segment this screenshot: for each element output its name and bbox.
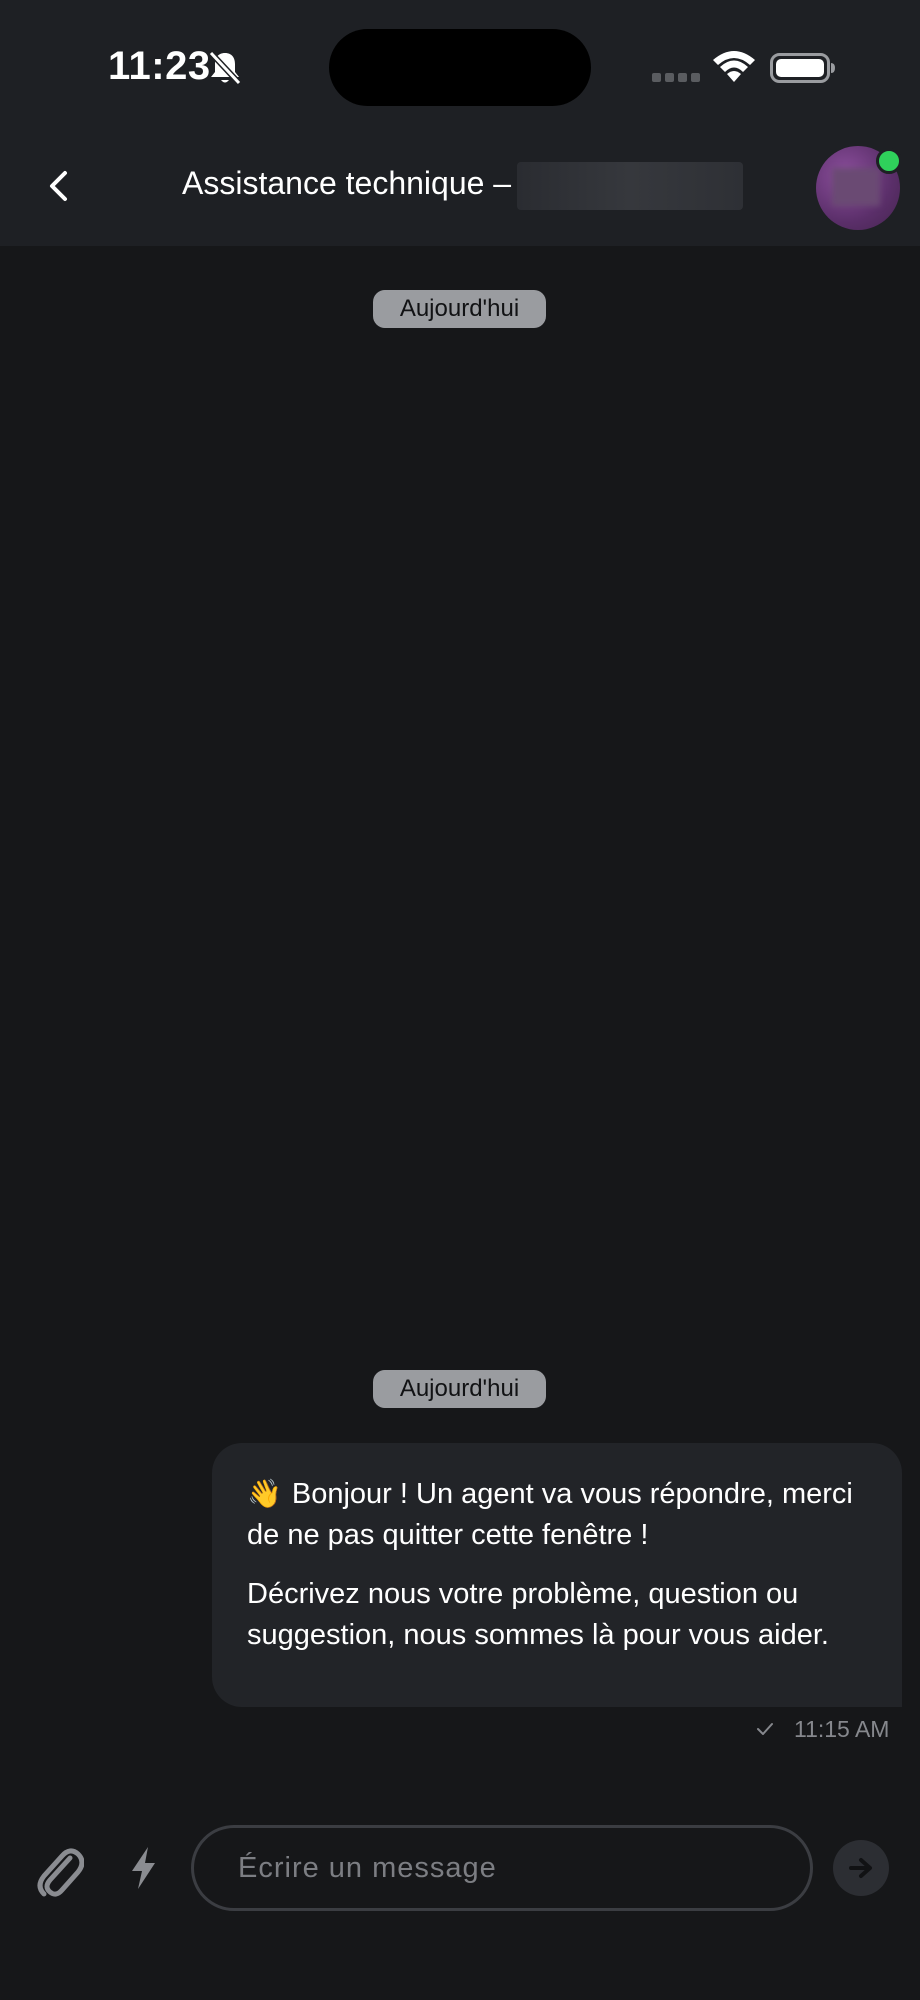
paperclip-icon xyxy=(37,1848,85,1897)
dynamic-island xyxy=(329,29,591,106)
waving-hand-emoji: 👋 xyxy=(247,1478,282,1509)
message-text: Décrivez nous votre problème, question o… xyxy=(247,1578,829,1651)
message-bubble: 👋 Bonjour ! Un agent va vous répondre, me… xyxy=(212,1443,902,1707)
chevron-left-icon xyxy=(50,171,67,201)
send-button[interactable] xyxy=(833,1840,889,1896)
message-input[interactable] xyxy=(191,1825,813,1911)
cellular-signal-icon xyxy=(652,73,700,82)
date-separator: Aujourd'hui xyxy=(373,1370,546,1408)
message-paragraph: 👋 Bonjour ! Un agent va vous répondre, me… xyxy=(247,1473,868,1556)
status-time: 11:23 xyxy=(108,44,211,88)
message-meta: 11:15 AM xyxy=(756,1713,889,1745)
avatar-redaction xyxy=(832,168,880,206)
message-paragraph: Décrivez nous votre problème, question o… xyxy=(247,1574,868,1656)
arrow-right-icon xyxy=(849,1858,872,1878)
lightning-icon xyxy=(132,1847,155,1889)
bell-slash-icon xyxy=(208,50,242,86)
chat-screen: 11:23 Assistance technique – Aujourd'hui… xyxy=(0,0,920,2000)
quick-reply-button[interactable] xyxy=(128,1845,158,1891)
date-separator: Aujourd'hui xyxy=(373,290,546,328)
wifi-icon xyxy=(713,51,755,82)
message-time: 11:15 AM xyxy=(794,1715,890,1742)
top-bar: 11:23 Assistance technique – xyxy=(0,0,920,246)
conversation-title: Assistance technique – xyxy=(182,165,512,201)
online-status-indicator xyxy=(876,148,902,174)
message-text: Bonjour ! Un agent va vous répondre, mer… xyxy=(247,1478,853,1551)
redacted-name xyxy=(517,162,743,210)
attach-button[interactable] xyxy=(34,1840,85,1900)
check-icon xyxy=(757,1723,773,1735)
battery-icon xyxy=(770,53,835,83)
back-button[interactable] xyxy=(36,164,80,208)
